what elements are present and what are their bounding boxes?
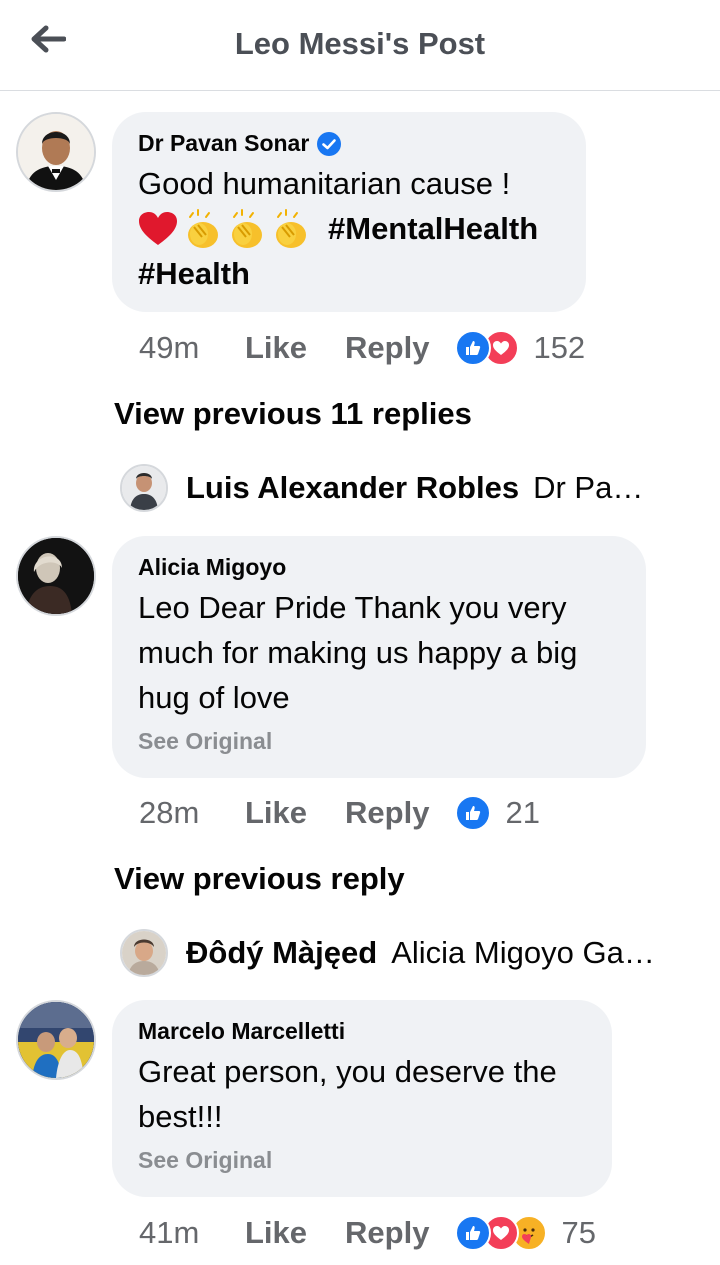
- hashtag-link[interactable]: #MentalHealth: [328, 206, 538, 251]
- see-original-link[interactable]: See Original: [138, 728, 620, 755]
- reaction-summary[interactable]: 75: [455, 1215, 596, 1251]
- comment-bubble[interactable]: Alicia Migoyo Leo Dear Pride Thank you v…: [112, 536, 646, 778]
- avatar: [120, 464, 168, 512]
- like-button[interactable]: Like: [245, 330, 307, 366]
- avatar: [120, 929, 168, 977]
- like-reaction-icon: [455, 1215, 492, 1251]
- avatar[interactable]: [16, 112, 96, 192]
- avatar[interactable]: [16, 1000, 96, 1080]
- like-reaction-icon: [455, 330, 492, 366]
- red-heart-icon: [139, 211, 177, 245]
- clapping-hands-icon: [232, 208, 262, 248]
- avatar-photo: [18, 114, 94, 190]
- reply-button[interactable]: Reply: [345, 795, 429, 831]
- reply-button[interactable]: Reply: [345, 330, 429, 366]
- avatar[interactable]: [16, 536, 96, 616]
- like-button[interactable]: Like: [245, 795, 307, 831]
- comment-actions: 41m Like Reply 75: [139, 1211, 596, 1255]
- like-button[interactable]: Like: [245, 1215, 307, 1251]
- comment-text: Good humanitarian cause ! #MentalHealth …: [138, 166, 539, 291]
- comment-bubble[interactable]: Dr Pavan Sonar Good humanitarian cause !: [112, 112, 586, 312]
- reply-button[interactable]: Reply: [345, 1215, 429, 1251]
- reaction-count: 21: [505, 795, 540, 830]
- reply-preview[interactable]: Luis Alexander Robles Dr Pavan Sonar: [120, 463, 680, 513]
- comment-actions: 28m Like Reply 21: [139, 791, 540, 835]
- view-previous-replies-link[interactable]: View previous reply: [114, 861, 405, 897]
- comment-time[interactable]: 41m: [139, 1215, 245, 1251]
- comment-author[interactable]: Alicia Migoyo: [138, 554, 620, 581]
- verified-badge-icon: [317, 131, 342, 156]
- reaction-summary[interactable]: 21: [455, 795, 540, 831]
- header: Leo Messi's Post: [0, 0, 720, 91]
- comment-author[interactable]: Marcelo Marcelletti: [138, 1018, 586, 1045]
- comment-time[interactable]: 28m: [139, 795, 245, 831]
- comment-bubble[interactable]: Marcelo Marcelletti Great person, you de…: [112, 1000, 612, 1197]
- page-title: Leo Messi's Post: [234, 26, 486, 61]
- reply-preview[interactable]: Đôdý Màjęed Alicia Migoyo Gabriel: [120, 928, 680, 978]
- comment-text: Leo Dear Pride Thank you very much for m…: [138, 590, 578, 715]
- comment-author[interactable]: Dr Pavan Sonar: [138, 130, 560, 157]
- comment-actions: 49m Like Reply 152: [139, 326, 585, 370]
- hashtag-link[interactable]: #Health: [138, 256, 250, 291]
- comment-time[interactable]: 49m: [139, 330, 245, 366]
- clapping-hands-icon: [276, 208, 306, 248]
- like-reaction-icon: [455, 795, 492, 831]
- comment-text: Great person, you deserve the best!!!: [138, 1054, 557, 1134]
- reaction-count: 75: [561, 1215, 596, 1250]
- see-original-link[interactable]: See Original: [138, 1147, 586, 1174]
- clapping-hands-icon: [188, 208, 218, 248]
- reaction-summary[interactable]: 152: [455, 330, 585, 366]
- view-previous-replies-link[interactable]: View previous 11 replies: [114, 396, 472, 432]
- reaction-count: 152: [533, 330, 586, 365]
